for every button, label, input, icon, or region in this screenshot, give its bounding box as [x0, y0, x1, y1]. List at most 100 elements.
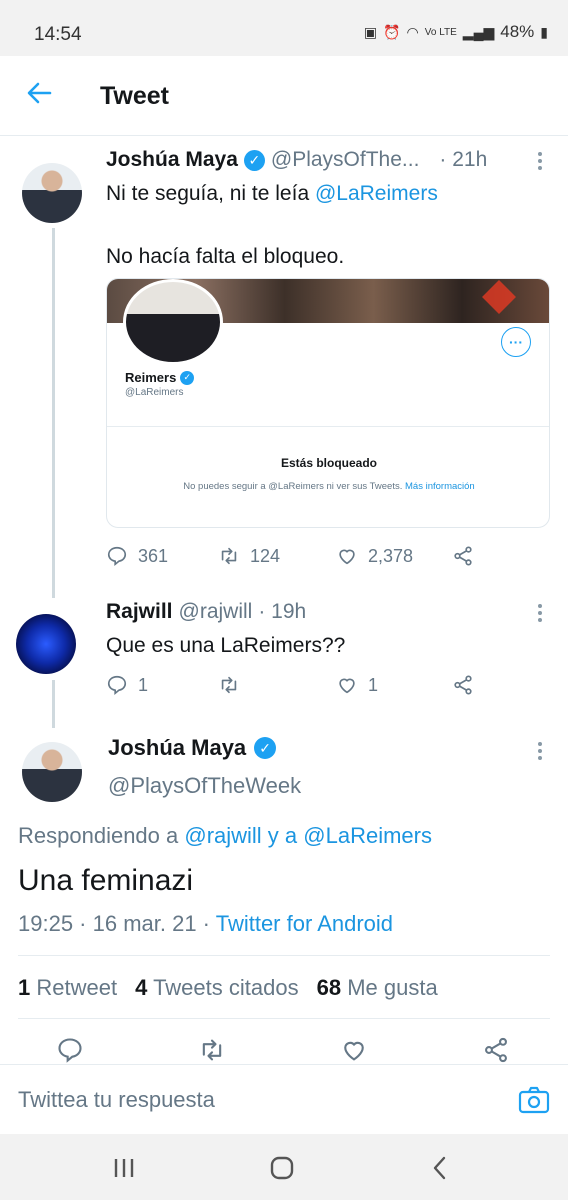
quotes-label: Tweets citados [153, 975, 299, 1000]
replying-to-link[interactable]: @rajwill y a @LaReimers [184, 823, 432, 848]
card-more-button: ··· [501, 327, 531, 357]
likes-stat[interactable]: 68 Me gusta [317, 975, 438, 1001]
retweets-count: 1 [18, 975, 31, 1000]
source-link[interactable]: Twitter for Android [216, 911, 393, 936]
tweet-actions: 361 124 2,378 [106, 545, 550, 571]
share-button[interactable] [452, 545, 474, 567]
status-icons: ▣ ⏰ ◠ Vo LTE ▂▄▆ 48% ▮ [364, 22, 548, 42]
embedded-image-card[interactable]: ··· Reimers ✓ @LaReimers Estás bloqueado… [106, 278, 550, 528]
retweet-count: 124 [250, 545, 281, 566]
quotes-count: 4 [135, 975, 148, 1000]
avatar[interactable] [22, 163, 82, 223]
like-button[interactable]: 1 [336, 674, 378, 696]
system-nav-bar [0, 1134, 568, 1200]
share-icon [454, 546, 472, 566]
more-info-link: Más información [405, 481, 475, 492]
replying-prefix: Respondiendo a [18, 823, 185, 848]
mention-link[interactable]: @LaReimers [315, 182, 438, 205]
reply-icon[interactable] [56, 1036, 84, 1064]
tweet-header: Rajwill @rajwill · 19h [106, 600, 306, 624]
more-options-icon[interactable] [538, 742, 544, 760]
blocked-subtitle: No puedes seguir a @LaReimers ni ver sus… [107, 481, 549, 492]
blocked-title: Estás bloqueado [280, 456, 378, 470]
divider [18, 1018, 550, 1019]
like-count: 1 [368, 674, 379, 695]
retweet-icon[interactable] [198, 1036, 226, 1064]
reply-bar [0, 1064, 568, 1134]
heart-icon [339, 549, 355, 565]
more-options-icon[interactable] [538, 604, 544, 622]
divider [18, 955, 550, 956]
app-bar: Tweet [0, 56, 568, 136]
main-author-name-row: Joshúa Maya ✓ [108, 735, 277, 761]
blocked-text: No puedes seguir a @LaReimers ni ver sus… [183, 481, 403, 492]
likes-count: 68 [316, 975, 342, 1000]
card-profile-handle: @LaReimers [125, 387, 184, 398]
quotes-stat[interactable]: 4 Tweets citados [135, 975, 298, 1001]
likes-label: Me gusta [347, 975, 438, 1000]
camera-icon[interactable] [518, 1085, 550, 1115]
tweet-stats: 1 Retweet 4 Tweets citados 68 Me gusta [18, 975, 438, 1001]
author-handle: @PlaysOfThe... [270, 148, 420, 171]
thread-line [52, 228, 55, 598]
main-action-bar [0, 1036, 568, 1066]
back-arrow-icon[interactable] [24, 78, 54, 108]
retweet-icon [221, 676, 237, 694]
tweet-text-line: No hacía falta el bloqueo. [106, 245, 345, 268]
card-name-text: Reimers [125, 370, 177, 385]
signal-icon: ▂▄▆ [462, 23, 495, 40]
status-bar: 14:54 ▣ ⏰ ◠ Vo LTE ▂▄▆ 48% ▮ [0, 0, 568, 56]
home-icon[interactable] [268, 1154, 296, 1182]
reply-button[interactable]: 1 [106, 674, 148, 696]
like-button[interactable]: 2,378 [336, 545, 413, 567]
tweet-time: · 21h [439, 148, 488, 171]
battery-icon: ▮ [540, 23, 548, 40]
author-name[interactable]: Joshúa Maya [108, 735, 246, 761]
retweet-icon [221, 547, 237, 565]
tweet-actions: 1 1 [106, 674, 550, 700]
card-profile-avatar [123, 279, 223, 365]
page-title: Tweet [100, 82, 169, 110]
main-tweet-text: Una feminazi [18, 864, 194, 897]
retweets-stat[interactable]: 1 Retweet [18, 975, 117, 1001]
wifi-icon: ◠ [406, 23, 419, 40]
heart-icon[interactable] [340, 1036, 368, 1064]
divider [107, 426, 549, 427]
reply-button[interactable]: 361 [106, 545, 168, 567]
recent-apps-icon[interactable] [110, 1154, 138, 1182]
replying-to: Respondiendo a @rajwill y a @LaReimers [18, 823, 432, 849]
reply-icon [107, 675, 127, 696]
retweets-label: Retweet [36, 975, 118, 1000]
reply-input[interactable] [18, 1087, 478, 1113]
verified-badge-icon: ✓ [180, 370, 195, 385]
avatar[interactable] [22, 742, 82, 802]
heart-icon [339, 678, 355, 694]
avatar[interactable] [16, 614, 76, 674]
author-name[interactable]: Joshúa Maya [106, 148, 238, 172]
share-button[interactable] [452, 674, 474, 696]
verified-badge-icon: ✓ [254, 737, 277, 759]
reply-count: 1 [138, 674, 149, 695]
battery-text: 48% [500, 22, 535, 41]
verified-badge-icon: ✓ [243, 149, 265, 171]
author-handle: @PlaysOfTheWeek [108, 773, 302, 798]
tweet-timestamp: 19:25 · 16 mar. 21 · Twitter for Android [18, 911, 393, 937]
author-name[interactable]: Rajwill [106, 600, 173, 624]
status-time: 14:54 [34, 24, 82, 45]
notification-icon: ▣ [363, 23, 378, 40]
author-handle: @rajwill [178, 600, 253, 623]
tweet-text-line: Ni te seguía, ni te leía [106, 182, 315, 205]
retweet-button[interactable] [218, 674, 240, 696]
more-options-icon[interactable] [538, 152, 544, 170]
back-nav-icon[interactable] [426, 1154, 454, 1182]
tweet-time: · 19h [258, 600, 307, 623]
thread-line [52, 680, 55, 728]
retweet-button[interactable]: 124 [218, 545, 280, 567]
tweet-text: Ni te seguía, ni te leía @LaReimers [106, 180, 438, 208]
share-icon[interactable] [482, 1036, 510, 1064]
like-count: 2,378 [368, 545, 414, 566]
reply-icon [107, 546, 127, 567]
network-label: Vo LTE [424, 26, 457, 38]
reply-count: 361 [138, 545, 169, 566]
tweet-header: Joshúa Maya ✓ @PlaysOfThe... · 21h [106, 148, 487, 172]
